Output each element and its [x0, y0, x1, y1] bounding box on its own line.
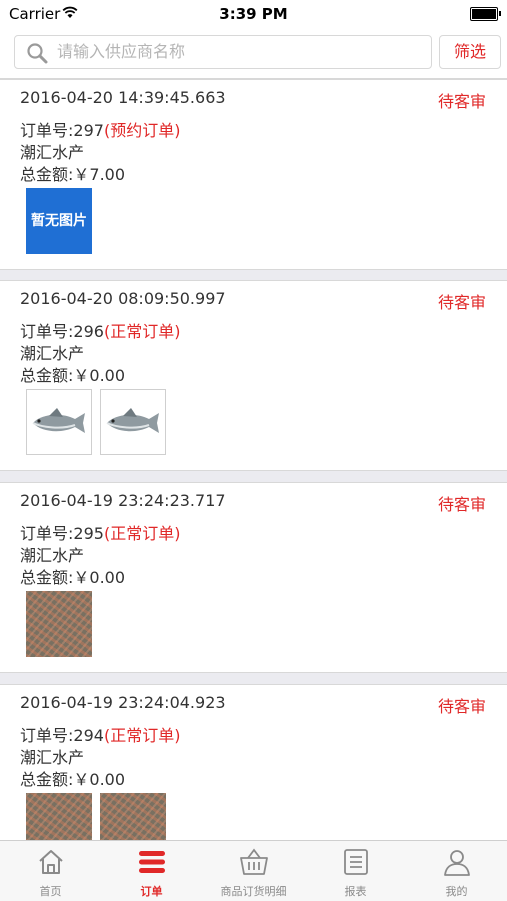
order-total: ￥0.00	[73, 770, 126, 789]
order-number-line: 订单号:295(正常订单)	[20, 520, 180, 544]
clock: 3:39 PM	[219, 5, 288, 23]
search-icon	[27, 43, 48, 64]
order-status: 待客审	[437, 697, 486, 716]
order-number: 296	[73, 322, 104, 341]
order-status: 待客审	[437, 495, 486, 514]
order-total: ￥7.00	[73, 165, 126, 184]
tab-profile-label: 我的	[445, 885, 468, 898]
order-number-label: 订单号:	[20, 726, 74, 745]
fish-thumbnail[interactable]	[26, 389, 92, 455]
tab-home[interactable]: 首页	[0, 841, 101, 901]
order-type-tag: (预约订单)	[103, 121, 181, 140]
order-type-tag: (正常订单)	[103, 726, 181, 745]
order-number-label: 订单号:	[20, 322, 74, 341]
order-total-line: 总金额:￥0.00	[20, 564, 125, 588]
order-card[interactable]: 2016-04-19 23:24:04.923 待客审 订单号:294(正常订单…	[0, 684, 507, 859]
order-list-icon	[139, 851, 165, 873]
order-datetime: 2016-04-19 23:24:23.717	[20, 491, 226, 510]
tab-reports[interactable]: 报表	[305, 841, 406, 901]
order-card[interactable]: 2016-04-20 08:09:50.997 待客审 订单号:296(正常订单…	[0, 280, 507, 471]
order-card[interactable]: 2016-04-20 14:39:45.663 待客审 订单号:297(预约订单…	[0, 79, 507, 270]
order-supplier: 潮汇水产	[20, 546, 85, 565]
order-number-line: 订单号:294(正常订单)	[20, 722, 180, 746]
search-input[interactable]	[57, 38, 417, 64]
tab-orders[interactable]: 订单	[101, 841, 202, 901]
order-number-label: 订单号:	[20, 121, 74, 140]
no-image-placeholder[interactable]: 暂无图片	[26, 188, 92, 254]
fish-thumbnail[interactable]	[100, 389, 166, 455]
order-total-line: 总金额:￥0.00	[20, 362, 125, 386]
order-number: 297	[73, 121, 104, 140]
order-total: ￥0.00	[73, 568, 126, 587]
order-total-label: 总金额:	[20, 366, 74, 385]
order-datetime: 2016-04-20 14:39:45.663	[20, 88, 226, 107]
search-bar: 筛选	[0, 28, 507, 79]
order-datetime: 2016-04-19 23:24:04.923	[20, 693, 226, 712]
user-icon	[444, 850, 470, 876]
tab-home-label: 首页	[39, 885, 62, 898]
order-status: 待客审	[437, 92, 486, 111]
order-total-label: 总金额:	[20, 568, 74, 587]
order-status: 待客审	[437, 293, 486, 312]
fish-image	[106, 408, 159, 433]
order-number: 294	[73, 726, 104, 745]
home-icon	[39, 850, 63, 874]
order-datetime: 2016-04-20 08:09:50.997	[20, 289, 226, 308]
shrimp-thumbnail[interactable]	[26, 591, 92, 657]
order-total-line: 总金额:￥0.00	[20, 766, 125, 790]
order-total-label: 总金额:	[20, 770, 74, 789]
tab-reports-label: 报表	[344, 885, 367, 898]
tab-profile[interactable]: 我的	[406, 841, 507, 901]
order-total-label: 总金额:	[20, 165, 74, 184]
tab-product-details[interactable]: 商品订货明细	[202, 841, 305, 901]
order-card[interactable]: 2016-04-19 23:24:23.717 待客审 订单号:295(正常订单…	[0, 482, 507, 673]
order-supplier: 潮汇水产	[20, 143, 85, 162]
report-icon	[344, 849, 368, 875]
order-number-line: 订单号:297(预约订单)	[20, 117, 180, 141]
order-supplier: 潮汇水产	[20, 344, 85, 363]
order-type-tag: (正常订单)	[103, 322, 181, 341]
fish-image	[32, 408, 85, 433]
filter-button[interactable]: 筛选	[439, 35, 501, 69]
order-total: ￥0.00	[73, 366, 126, 385]
basket-icon	[240, 848, 268, 875]
order-number-line: 订单号:296(正常订单)	[20, 318, 180, 342]
tab-product-details-label: 商品订货明细	[220, 885, 287, 898]
battery-icon	[470, 7, 501, 21]
tab-orders-label: 订单	[140, 885, 163, 898]
search-field[interactable]	[14, 35, 432, 69]
order-type-tag: (正常订单)	[103, 524, 181, 543]
order-number-label: 订单号:	[20, 524, 74, 543]
tab-bar: 首页 订单 商品订货明细 报表 我的	[0, 840, 507, 901]
status-bar: Carrier 3:39 PM	[0, 0, 507, 28]
order-supplier: 潮汇水产	[20, 748, 85, 767]
order-number: 295	[73, 524, 104, 543]
order-total-line: 总金额:￥7.00	[20, 161, 125, 185]
